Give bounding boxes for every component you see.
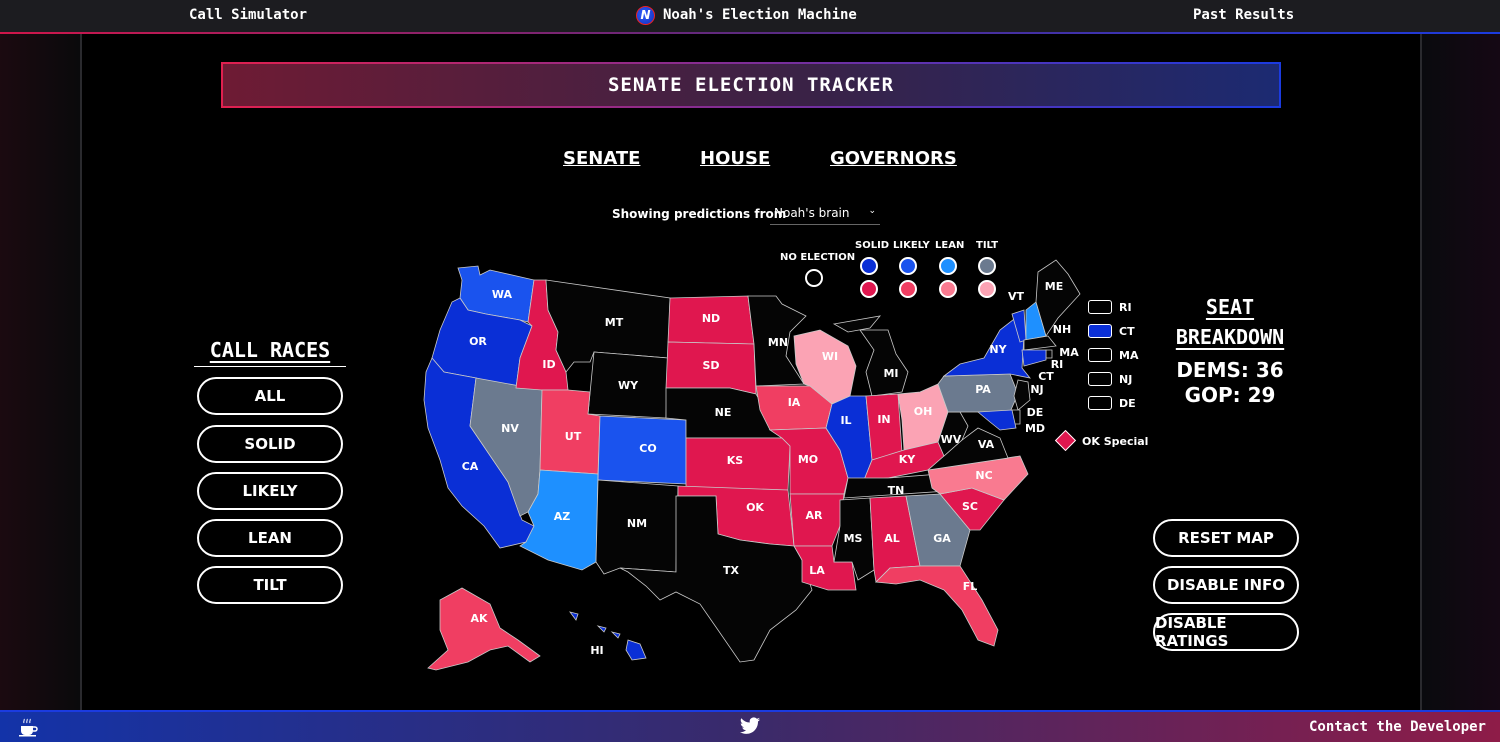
state-label-ak: AK <box>470 612 488 625</box>
state-label-nc: NC <box>975 469 992 482</box>
twitter-icon[interactable] <box>739 717 761 736</box>
state-label-mt: MT <box>605 316 624 329</box>
state-label-or: OR <box>469 335 487 348</box>
state-label-ok: OK <box>746 501 764 514</box>
state-label-ne: NE <box>715 406 732 419</box>
state-ak[interactable] <box>427 587 541 671</box>
state-label-nj: NJ <box>1030 383 1043 396</box>
state-md[interactable] <box>976 409 1017 431</box>
state-label-la: LA <box>809 564 825 577</box>
state-label-wv: WV <box>941 433 962 446</box>
contact-developer-link[interactable]: Contact the Developer <box>1309 719 1486 735</box>
state-label-tn: TN <box>888 484 905 497</box>
state-label-ms: MS <box>844 532 863 545</box>
state-label-wi: WI <box>822 350 838 363</box>
state-ct[interactable] <box>1021 349 1047 367</box>
state-label-vt: VT <box>1008 290 1025 303</box>
state-label-co: CO <box>639 442 656 455</box>
state-label-va: VA <box>978 438 995 451</box>
state-label-ia: IA <box>788 396 801 409</box>
state-label-oh: OH <box>914 405 933 418</box>
state-label-sc: SC <box>962 500 978 513</box>
state-in[interactable] <box>865 393 903 461</box>
state-label-az: AZ <box>554 510 571 523</box>
state-label-nd: ND <box>702 312 720 325</box>
state-label-ga: GA <box>933 532 951 545</box>
state-label-ct: CT <box>1038 370 1054 383</box>
state-label-ky: KY <box>899 453 917 466</box>
state-fl[interactable] <box>875 565 999 647</box>
state-label-ks: KS <box>727 454 744 467</box>
state-label-hi: HI <box>590 644 603 657</box>
state-label-nv: NV <box>501 422 519 435</box>
state-label-wa: WA <box>492 288 513 301</box>
state-label-ca: CA <box>462 460 479 473</box>
state-label-nh: NH <box>1053 323 1071 336</box>
state-label-in: IN <box>877 413 890 426</box>
state-label-me: ME <box>1045 280 1063 293</box>
state-label-pa: PA <box>975 383 991 396</box>
state-label-mo: MO <box>798 453 818 466</box>
state-label-mn: MN <box>768 336 788 349</box>
state-label-il: IL <box>840 414 851 427</box>
state-label-mi: MI <box>883 367 898 380</box>
state-label-ny: NY <box>989 343 1007 356</box>
state-label-id: ID <box>542 358 555 371</box>
state-label-md: MD <box>1025 422 1045 435</box>
state-hi[interactable] <box>569 611 647 661</box>
state-label-de: DE <box>1027 406 1044 419</box>
state-label-ut: UT <box>565 430 582 443</box>
state-label-nm: NM <box>627 517 647 530</box>
state-label-al: AL <box>884 532 900 545</box>
footer-bar: Contact the Developer <box>0 710 1500 742</box>
state-ri[interactable] <box>1045 349 1053 359</box>
state-label-ar: AR <box>806 509 824 522</box>
state-label-wy: WY <box>618 379 639 392</box>
state-label-fl: FL <box>963 580 978 593</box>
state-label-sd: SD <box>702 359 719 372</box>
coffee-icon[interactable] <box>18 717 40 737</box>
state-label-tx: TX <box>723 564 740 577</box>
us-senate-map: WA OR CA NV ID MT WY UT AZ CO NM ND SD NE KS OK TX MN IA MO… <box>423 259 1081 671</box>
